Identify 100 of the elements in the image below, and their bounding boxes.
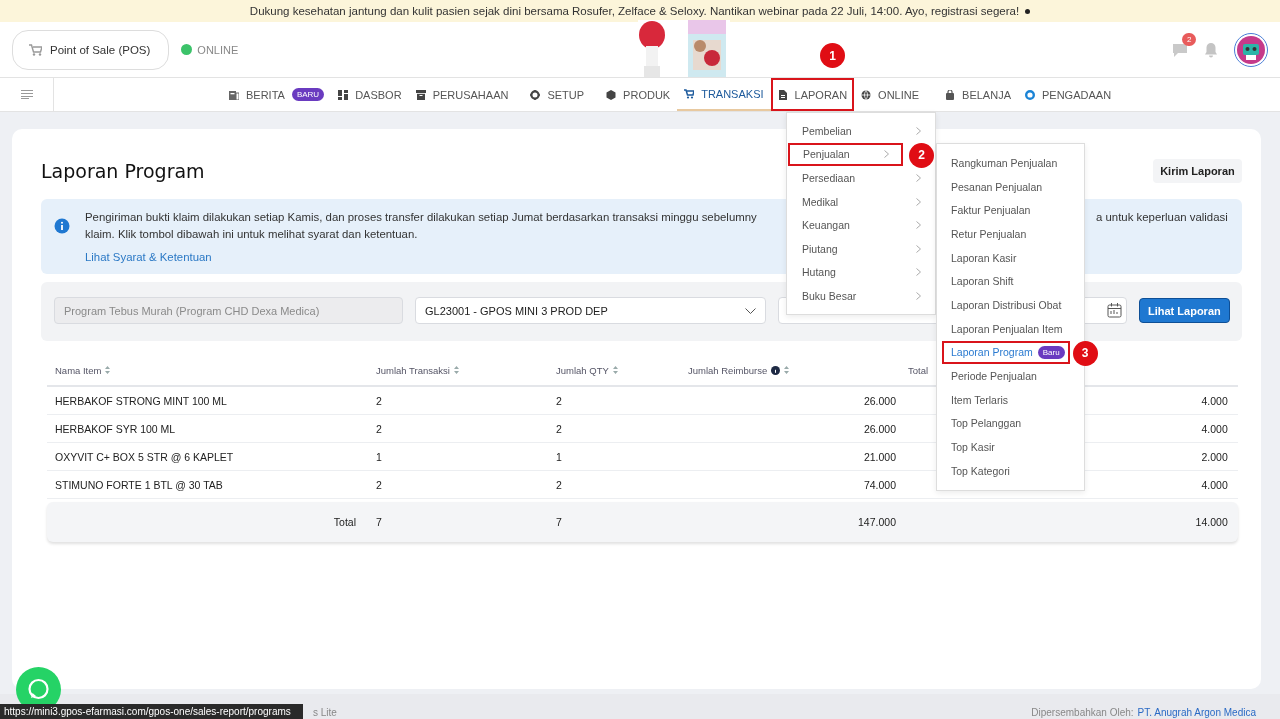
menu-item[interactable]: Top Pelanggan: [937, 411, 1084, 436]
menu-item[interactable]: Top Kasir: [937, 435, 1084, 459]
message-count-badge: 2: [1182, 32, 1197, 46]
chevron-right-icon: [916, 268, 921, 277]
dot-icon: [1025, 8, 1031, 14]
status-label: ONLINE: [197, 43, 239, 56]
column-header[interactable]: Jumlah Reimburse: [680, 364, 900, 376]
table-cell-text: 2: [555, 478, 563, 491]
table-cell-text: 1: [375, 450, 383, 463]
archive-icon: [415, 89, 426, 100]
table-cell-text: 2: [375, 422, 383, 435]
table-cell-text: 147.000: [857, 516, 897, 528]
table-cell-text: 2: [555, 422, 563, 435]
view-report-button[interactable]: Lihat Laporan: [1139, 298, 1230, 323]
chevron-right-icon: [916, 291, 921, 300]
outlet-select[interactable]: GL23001 - GPOS MINI 3 PROD DEP: [415, 297, 766, 324]
notice-text: klaim. Klik tombol dibawah ini untuk melihat syarat dan ketentuan.: [85, 228, 418, 240]
cart-icon: [29, 43, 42, 56]
nav-tab[interactable]: BERITA BARU: [222, 78, 332, 111]
credit-text: Dipersembahkan Oleh:: [1031, 707, 1134, 718]
table-cell-text: 2.000: [1200, 450, 1229, 463]
globe-icon: [861, 89, 872, 100]
news-icon: [229, 89, 239, 100]
table-cell-text: 7: [555, 516, 563, 528]
table-cell-text: 21.000: [862, 450, 897, 463]
step-marker: 2: [909, 142, 934, 168]
dashboard-icon: [338, 89, 349, 100]
nav-tab[interactable]: ONLINE: [854, 78, 927, 111]
new-badge: BARU: [291, 88, 325, 101]
menu-item[interactable]: Faktur Penjualan: [937, 198, 1084, 223]
table-cell-text: 1: [555, 450, 563, 463]
table-cell-text: 7: [375, 516, 383, 528]
chevron-right-icon: [916, 197, 921, 206]
menu-item[interactable]: Pembelian: [787, 119, 935, 143]
menu-item[interactable]: Laporan Distribusi Obat: [937, 293, 1084, 317]
table-cell-text: 26.000: [862, 422, 897, 435]
menu-item[interactable]: Laporan Penjualan Item: [937, 316, 1084, 341]
chevron-right-icon: [916, 126, 921, 135]
column-header[interactable]: Nama Item: [47, 364, 368, 376]
chevron-right-icon: [916, 244, 921, 253]
info-icon: [54, 217, 70, 234]
cube-icon: [606, 89, 617, 100]
table-cell-text: 2: [375, 478, 383, 491]
status-url-tooltip: https://mini3.gpos-efarmasi.com/gpos-one/sales-report/programs: [0, 704, 303, 719]
menu-item[interactable]: Buku Besar: [787, 284, 935, 308]
bell-icon: [1204, 41, 1218, 58]
chevron-right-icon: [916, 221, 921, 230]
menu-item[interactable]: Rangkuman Penjualan: [937, 151, 1084, 175]
cart-icon: [684, 88, 695, 99]
menu-item[interactable]: Persediaan: [787, 166, 935, 190]
nav-tab[interactable]: DASBOR: [331, 78, 409, 111]
table-cell-text: 2: [555, 394, 563, 407]
menu-item[interactable]: Medikal: [787, 189, 935, 214]
table-cell-text: STIMUNO FORTE 1 BTL @ 30 TAB: [54, 478, 224, 491]
send-report-button[interactable]: Kirim Laporan: [1153, 159, 1242, 183]
credit-link[interactable]: PT. Anugrah Argon Medica: [1137, 707, 1256, 718]
ring-icon: [1025, 89, 1035, 100]
nav-tab[interactable]: PENGADAAN: [1018, 78, 1119, 111]
notice-text: a untuk keperluan validasi: [1096, 211, 1228, 223]
table-cell-text: HERBAKOF SYR 100 ML: [54, 422, 177, 435]
column-header[interactable]: Jumlah Transaksi: [368, 364, 548, 376]
chat-icon: [1172, 41, 1188, 58]
menu-item[interactable]: Hutang: [787, 260, 935, 285]
column-header[interactable]: Jumlah QTY: [548, 364, 680, 376]
step-marker: 3: [1072, 340, 1098, 366]
menu-item[interactable]: Item Terlaris: [937, 387, 1084, 412]
calendar-icon: [1107, 303, 1122, 318]
menu-item[interactable]: Laporan Shift: [937, 269, 1084, 294]
chevron-down-icon: [745, 307, 756, 314]
table-cell-text: 2: [375, 394, 383, 407]
menu-item[interactable]: Periode Penjualan: [937, 364, 1084, 388]
nav-tab[interactable]: BELANJA: [938, 78, 1018, 111]
total-label: Total: [332, 516, 357, 528]
menu-item[interactable]: Retur Penjualan: [937, 222, 1084, 246]
nav-tab[interactable]: SETUP: [523, 78, 592, 111]
table-cell-text: 14.000: [1194, 516, 1229, 528]
menu-item[interactable]: Keuangan: [787, 213, 935, 237]
page-title: Laporan Program: [41, 160, 205, 182]
document-icon: [777, 89, 788, 100]
nav-tab[interactable]: PERUSAHAAN: [408, 78, 516, 111]
table-cell-text: HERBAKOF STRONG MINT 100 ML: [54, 394, 228, 407]
settings-icon: [530, 89, 541, 100]
table-cell-text: 4.000: [1200, 478, 1229, 491]
announcement-text: Dukung kesehatan jantung dan kulit pasien sejak dini bersama Rosufer, Zelface & Seloxy. Nantikan webinar pada 22 Juli, 14:00. Ayo, registrasi segera!: [249, 5, 1020, 17]
step-marker: 1: [820, 43, 846, 68]
menu-item[interactable]: Piutang: [787, 236, 935, 261]
menu-item[interactable]: Top Kategori: [937, 458, 1084, 483]
menu-item[interactable]: Laporan Kasir: [937, 245, 1084, 270]
table-cell-text: 4.000: [1200, 422, 1229, 435]
chevron-right-icon: [884, 150, 889, 159]
table-cell-text: 4.000: [1200, 394, 1229, 407]
pos-button[interactable]: Point of Sale (POS): [12, 29, 170, 70]
table-cell-text: 26.000: [862, 394, 897, 407]
avatar-icon: [1234, 32, 1268, 67]
bag-icon: [945, 89, 956, 100]
nav-tab[interactable]: PRODUK: [599, 78, 678, 111]
table-cell-text: 74.000: [862, 478, 897, 491]
menu-item[interactable]: Pesanan Penjualan: [937, 174, 1084, 199]
footer-text: s Lite: [313, 707, 337, 718]
menu-icon: [20, 90, 33, 99]
